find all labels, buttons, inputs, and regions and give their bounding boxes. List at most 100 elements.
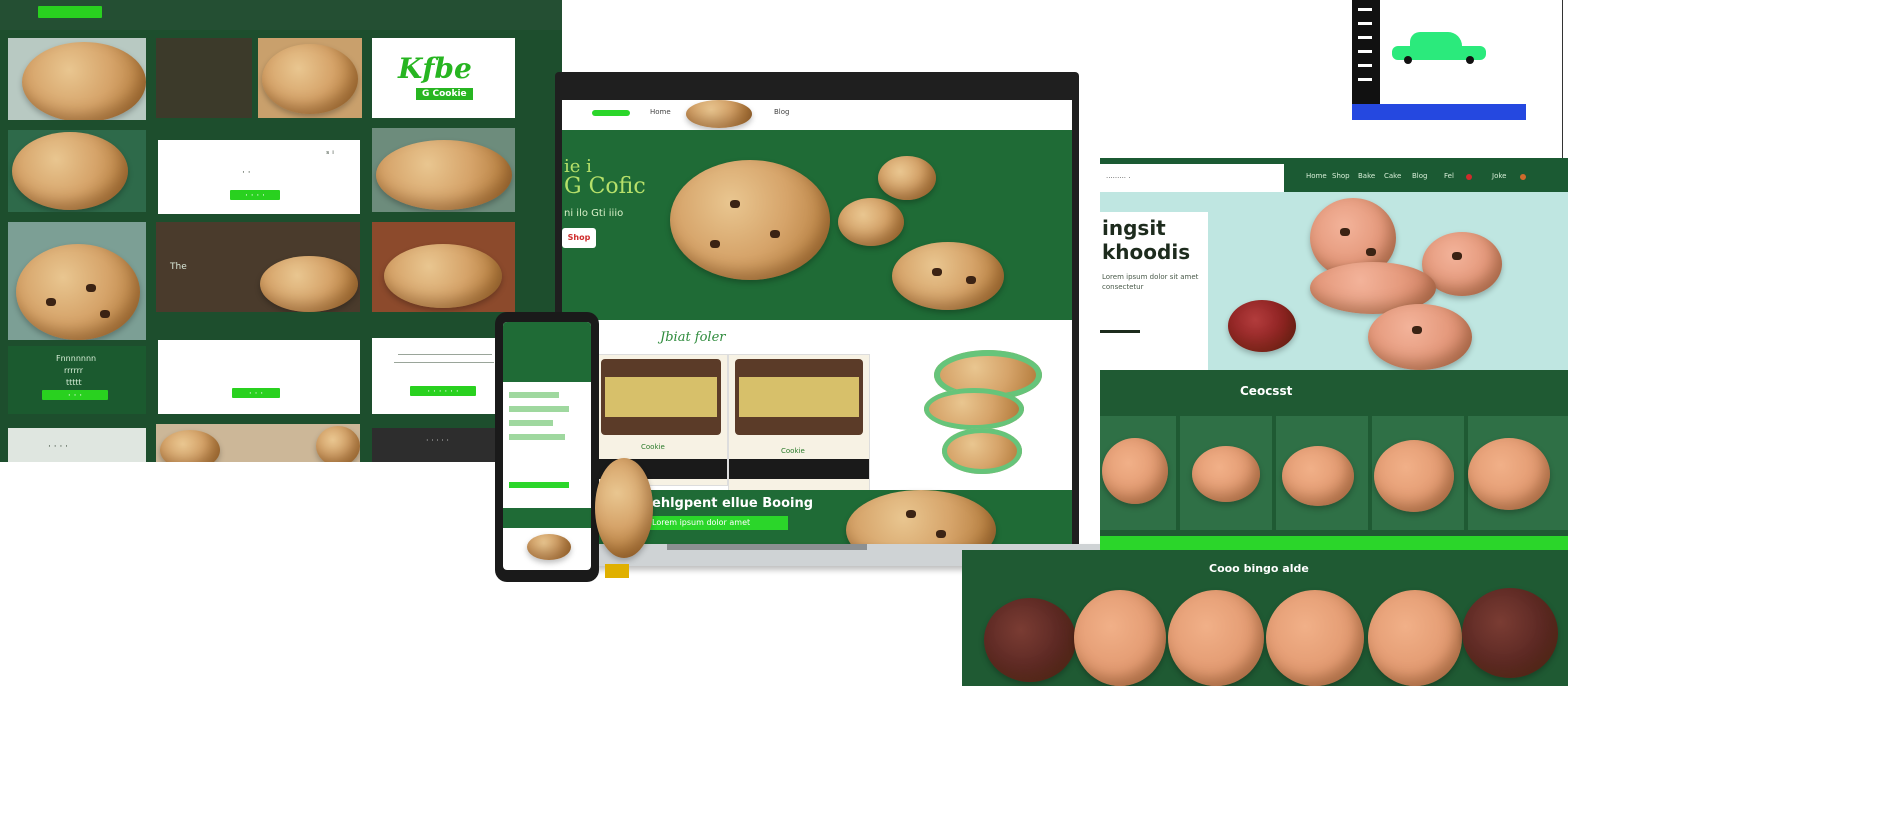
nav-logo-cookie bbox=[686, 100, 752, 128]
mint-cookie-stack-2 bbox=[924, 388, 1024, 430]
right-nav-item-2[interactable]: Shop bbox=[1332, 172, 1350, 180]
right-bright-bar bbox=[1100, 536, 1568, 550]
phone-mockup bbox=[495, 312, 599, 582]
product-section-title: Jbiat foler bbox=[660, 330, 726, 345]
right-nav-cart-icon[interactable] bbox=[1520, 174, 1526, 180]
right-nav-search-text: ········· · bbox=[1106, 174, 1131, 182]
right-nav-item-5[interactable]: Blog bbox=[1412, 172, 1427, 180]
grid-card-white-1: · · · bbox=[158, 340, 360, 414]
product-card-2[interactable]: Cookie bbox=[728, 354, 870, 502]
promo-band-sub: Lorem ipsum dolor amet bbox=[648, 516, 788, 530]
grid-top-button[interactable] bbox=[38, 6, 102, 18]
card-center-text: · · bbox=[242, 168, 251, 178]
card-center-button[interactable]: · · · · bbox=[230, 190, 280, 201]
right-section-1-title: Ceocsst bbox=[1240, 384, 1293, 398]
right-hero-red-cookie bbox=[1228, 300, 1296, 352]
right-hero: ingsit khoodis Lorem ipsum dolor sit ame… bbox=[1100, 192, 1568, 370]
hero-line-2: G Cofic bbox=[564, 174, 646, 199]
phone-side-cookie bbox=[595, 458, 653, 558]
grid-card-white-2: · · · · · · bbox=[372, 338, 515, 414]
phone-screen bbox=[503, 322, 591, 570]
hero-sub: ni ilo Gti iiio bbox=[564, 208, 624, 219]
cookie-tile-3[interactable] bbox=[1276, 416, 1368, 530]
right-nav: ········· · Home Shop Bake Cake Blog Fel… bbox=[1100, 158, 1568, 192]
grid-tile-cookie-3 bbox=[8, 130, 146, 212]
grid-tile-photo-2: The bbox=[156, 222, 360, 312]
right-hero-cookie-4 bbox=[1368, 304, 1472, 370]
right-hero-line-1: ingsit bbox=[1102, 216, 1166, 240]
bottom-cookie-1 bbox=[984, 598, 1076, 682]
site-hero: ie i G Cofic ni ilo Gti iiio Shop bbox=[562, 130, 1072, 320]
grid-tile-cookie-2 bbox=[258, 38, 362, 118]
grid-bottom-right: · · · · · bbox=[372, 428, 515, 462]
green-card-button[interactable]: · · · bbox=[42, 390, 108, 401]
hero-button[interactable]: Shop bbox=[562, 228, 596, 248]
grid-brand-card: Kfbe G Cookie bbox=[372, 38, 515, 118]
card-center-tiny: ˢ ⁱ bbox=[326, 150, 334, 160]
brand-logo-text: Kfbe bbox=[398, 52, 472, 85]
grid-tile-cookie-5 bbox=[8, 222, 146, 340]
sketch-border-right bbox=[1562, 0, 1563, 158]
grid-panel: Kfbe G Cookie ˢ ⁱ · · · · · · The Fnnnnn… bbox=[0, 0, 562, 462]
bottom-cookie-4 bbox=[1266, 590, 1364, 686]
right-section-2-title: Cooo bingo alde bbox=[1209, 562, 1309, 575]
green-card-line-2: rrrrrr bbox=[64, 366, 84, 375]
white-card-button-1[interactable]: · · · bbox=[232, 388, 280, 399]
right-nav-item-3[interactable]: Bake bbox=[1358, 172, 1375, 180]
hero-cookie-large bbox=[670, 160, 830, 280]
hero-cookie-small-1 bbox=[878, 156, 936, 200]
nav-item-home[interactable]: Home bbox=[650, 108, 671, 116]
laptop-mockup: Home Blog ie i G Cofic ni ilo Gti iiio S… bbox=[495, 72, 1107, 600]
bottom-cookie-3 bbox=[1168, 590, 1264, 686]
nav-pill[interactable] bbox=[592, 110, 630, 116]
product-label-2: Cookie bbox=[781, 447, 805, 455]
hero-cookie-medium bbox=[892, 242, 1004, 310]
right-hero-arrow-icon[interactable] bbox=[1100, 330, 1140, 333]
cookie-tile-5[interactable] bbox=[1468, 416, 1568, 530]
right-nav-dot-icon[interactable] bbox=[1466, 174, 1472, 180]
right-section-2: Cooo bingo alde bbox=[962, 550, 1568, 686]
right-hero-panel: ingsit khoodis Lorem ipsum dolor sit ame… bbox=[1100, 212, 1208, 370]
grid-card-green: Fnnnnnnn rrrrrr ttttt · · · bbox=[8, 346, 146, 414]
sketch-water bbox=[1352, 104, 1526, 120]
cookie-tile-2[interactable] bbox=[1180, 416, 1272, 530]
laptop-hinge bbox=[667, 544, 867, 550]
cookie-tile-4[interactable] bbox=[1372, 416, 1464, 530]
grid-card-center: ˢ ⁱ · · · · · · bbox=[158, 140, 360, 214]
nav-item-blog[interactable]: Blog bbox=[774, 108, 789, 116]
promo-cookie bbox=[846, 490, 996, 544]
phone-charger bbox=[605, 564, 629, 578]
right-nav-item-4[interactable]: Cake bbox=[1384, 172, 1401, 180]
promo-band-title: ehlgpent ellue Booing bbox=[652, 496, 814, 511]
bottom-cookie-6 bbox=[1462, 588, 1558, 678]
bottom-cookie-5 bbox=[1368, 590, 1462, 686]
grid-tile-cookie-6 bbox=[372, 222, 515, 312]
grid-bottom-left: · · · · bbox=[8, 428, 146, 462]
sketch-panel bbox=[1340, 0, 1566, 158]
mint-cookie-stack-3 bbox=[942, 428, 1022, 474]
right-nav-search[interactable]: ········· · bbox=[1100, 164, 1284, 192]
right-nav-item-6[interactable]: Fel bbox=[1444, 172, 1454, 180]
white-card-button-2[interactable]: · · · · · · bbox=[410, 386, 476, 397]
hero-cookie-small-2 bbox=[838, 198, 904, 246]
site-nav: Home Blog bbox=[562, 100, 1072, 130]
right-section-1: Ceocsst bbox=[1100, 370, 1568, 536]
green-card-line-1: Fnnnnnnn bbox=[56, 354, 97, 363]
grid-tile-cookie-4 bbox=[372, 128, 515, 212]
green-card-line-3: ttttt bbox=[66, 378, 82, 387]
product-label-1: Cookie bbox=[641, 443, 665, 451]
cookie-tile-1[interactable] bbox=[1100, 416, 1176, 530]
grid-bottom-right-text: · · · · · bbox=[426, 436, 449, 445]
grid-bottom-mid bbox=[156, 424, 360, 462]
car-icon bbox=[1392, 32, 1486, 64]
bottom-cookie-2 bbox=[1074, 590, 1166, 686]
sketch-ladder bbox=[1352, 0, 1380, 104]
right-nav-item-1[interactable]: Home bbox=[1306, 172, 1327, 180]
right-site: ········· · Home Shop Bake Cake Blog Fel… bbox=[1100, 158, 1568, 536]
grid-bottom-left-text: · · · · bbox=[48, 442, 69, 452]
grid-tile-photo-1 bbox=[156, 38, 252, 118]
right-nav-item-7[interactable]: Joke bbox=[1492, 172, 1506, 180]
grid-tile-cookie-1 bbox=[8, 38, 146, 120]
right-hero-body: Lorem ipsum dolor sit amet consectetur bbox=[1102, 273, 1199, 291]
side-label: The bbox=[170, 262, 187, 272]
